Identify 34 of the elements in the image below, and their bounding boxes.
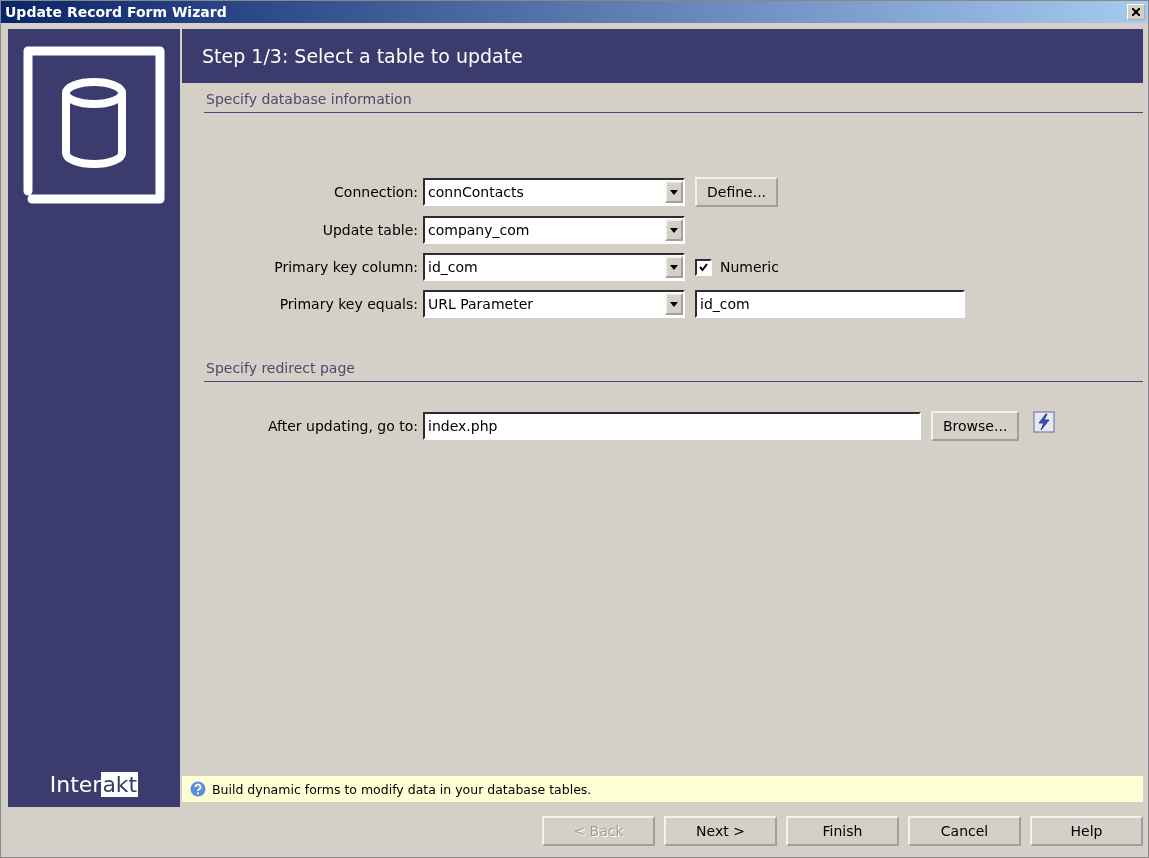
- field-label: After updating, go to:: [267, 418, 418, 434]
- close-icon[interactable]: [1132, 8, 1140, 16]
- dialog-button[interactable]: Define...: [695, 177, 779, 207]
- help-icon: [190, 781, 206, 797]
- input-field[interactable]: id_com: [695, 290, 965, 318]
- logo: Interakt: [49, 772, 139, 797]
- caret-icon: [670, 264, 678, 270]
- input-field[interactable]: index.php: [423, 412, 921, 440]
- section-heading: Specify redirect page: [204, 358, 1143, 382]
- wizard-button[interactable]: Cancel: [908, 816, 1021, 846]
- wizard-button[interactable]: Finish: [786, 816, 899, 846]
- window-title: Update Record Form Wizard: [5, 4, 227, 20]
- field-label: Connection:: [333, 184, 418, 200]
- dialog-button[interactable]: Browse...: [931, 411, 1020, 441]
- step-title: Step 1/3: Select a table to update: [182, 29, 1143, 83]
- dropdown[interactable]: id_com: [423, 253, 685, 281]
- hint-text: Build dynamic forms to modify data in your database tables.: [212, 781, 592, 797]
- caret-icon: [670, 301, 678, 307]
- field-label: Primary key equals:: [278, 296, 418, 312]
- field-label: Update table:: [321, 222, 418, 238]
- caret-icon: [670, 189, 678, 195]
- check-icon: [699, 262, 708, 272]
- dropdown[interactable]: company_com: [423, 216, 685, 244]
- caret-icon: [670, 227, 678, 233]
- checkbox[interactable]: [695, 258, 712, 276]
- close-button[interactable]: [1127, 4, 1145, 20]
- dropdown[interactable]: connContacts: [423, 178, 685, 206]
- wizard-button[interactable]: Next >: [664, 816, 777, 846]
- wizard-button[interactable]: Help: [1030, 816, 1143, 846]
- lightning-icon[interactable]: [1033, 411, 1056, 433]
- section-heading: Specify database information: [204, 89, 1143, 113]
- field-label: Primary key column:: [273, 259, 418, 275]
- checkbox-label: Numeric: [720, 259, 779, 275]
- dropdown[interactable]: URL Parameter: [423, 290, 685, 318]
